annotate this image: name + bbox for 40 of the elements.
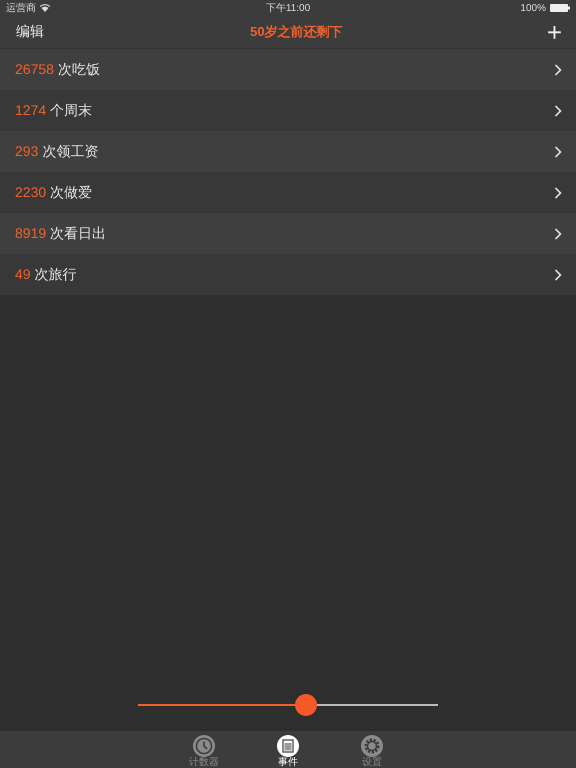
event-row[interactable]: 49 次旅行 xyxy=(0,254,576,295)
tab-label: 事件 xyxy=(278,757,298,768)
event-label: 次吃饭 xyxy=(58,60,100,78)
event-label: 个周末 xyxy=(50,102,92,120)
event-label: 次做爱 xyxy=(50,184,92,202)
event-label: 次旅行 xyxy=(34,266,77,284)
carrier-name: 运营商 xyxy=(6,2,36,15)
event-label: 次看日出 xyxy=(50,224,106,242)
wifi-icon xyxy=(40,4,50,12)
event-count: 293 xyxy=(15,142,38,160)
event-count: 8919 xyxy=(15,224,46,242)
chevron-icon xyxy=(554,146,562,158)
battery-icon xyxy=(550,4,570,12)
event-count: 2230 xyxy=(15,184,46,202)
event-row[interactable]: 8919 次看日出 xyxy=(0,213,576,254)
chevron-icon xyxy=(554,268,562,280)
gear-icon xyxy=(361,735,383,757)
event-row[interactable]: 26758 次吃饭 xyxy=(0,49,576,90)
chevron-icon xyxy=(554,104,562,116)
edit-button[interactable]: 编辑 xyxy=(10,21,50,43)
event-count: 26758 xyxy=(15,60,54,78)
battery-percent: 100% xyxy=(520,2,546,14)
event-count: 1274 xyxy=(15,102,46,120)
chevron-icon xyxy=(554,64,562,76)
add-button[interactable]: + xyxy=(542,21,566,43)
status-time: 下午11:00 xyxy=(266,2,310,15)
event-row[interactable]: 2230 次做爱 xyxy=(0,172,576,213)
chevron-icon xyxy=(554,186,562,198)
document-icon xyxy=(277,735,299,757)
tab-label: 设置 xyxy=(362,757,382,768)
event-row[interactable]: 1274 个周末 xyxy=(0,90,576,131)
event-row[interactable]: 293 次领工资 xyxy=(0,131,576,172)
chevron-icon xyxy=(554,228,562,240)
event-count: 49 xyxy=(15,266,31,284)
tab-item[interactable]: 事件 xyxy=(266,731,310,768)
slider-thumb[interactable] xyxy=(295,694,317,716)
screen-title: 50岁之前还剩下 xyxy=(250,23,343,41)
clock-icon xyxy=(193,735,215,757)
tab-label: 计数器 xyxy=(189,757,219,768)
event-label: 次领工资 xyxy=(42,142,98,160)
